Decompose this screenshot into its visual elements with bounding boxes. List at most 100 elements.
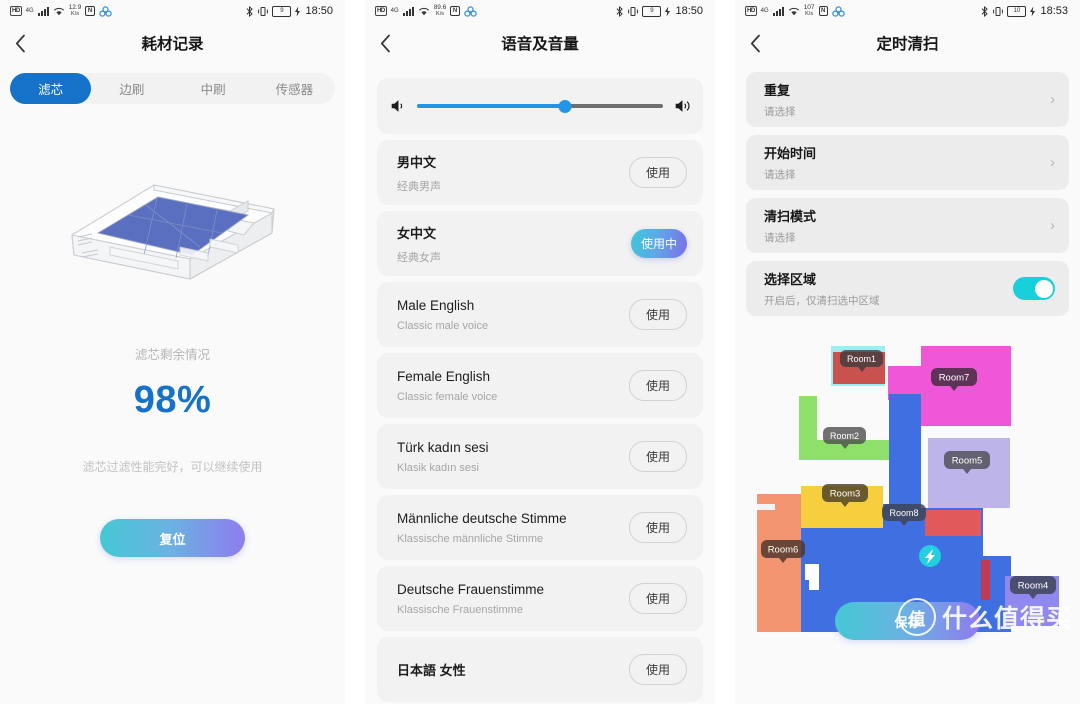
status-bar-clock: 18:53	[1040, 5, 1068, 17]
tab-side-brush[interactable]: 边刷	[91, 73, 172, 104]
page-title: 语音及音量	[501, 36, 579, 53]
status-bar-right: 10 18:53	[980, 5, 1068, 17]
volume-slider[interactable]	[417, 97, 663, 115]
list-item[interactable]: 女中文 经典女声 使用中	[377, 211, 703, 276]
use-button[interactable]: 使用	[629, 370, 687, 401]
setting-subtitle: 开启后，仅清扫选中区域	[764, 295, 880, 307]
battery-icon: 10	[1007, 5, 1027, 17]
page-title: 定时清扫	[876, 36, 939, 53]
battery-level: 9	[280, 8, 284, 14]
status-bar-clock: 18:50	[305, 5, 333, 17]
voice-text: Männliche deutsche Stimme Klassische män…	[397, 511, 567, 545]
list-item[interactable]: Türk kadın sesi Klasik kadın sesi 使用	[377, 424, 703, 489]
network-gen-label: 4G	[25, 8, 34, 14]
map-obstacle-2	[980, 560, 990, 600]
voice-desc: Classic male voice	[397, 319, 489, 332]
use-button[interactable]: 使用	[629, 654, 687, 685]
tab-filter[interactable]: 滤芯	[10, 73, 92, 104]
list-item[interactable]: 男中文 经典男声 使用	[377, 140, 703, 205]
network-speed-unit: K/s	[71, 11, 79, 17]
setting-text: 选择区域 开启后，仅清扫选中区域	[764, 269, 880, 308]
slider-fill	[417, 104, 565, 108]
setting-text: 开始时间 请选择	[764, 143, 816, 182]
charging-bolt-icon	[1030, 6, 1036, 16]
voice-text: 日本語 女性	[397, 660, 466, 679]
back-button[interactable]	[735, 22, 775, 64]
voice-text: Deutsche Frauenstimme Klassische Frauens…	[397, 582, 544, 616]
voice-name: 男中文	[397, 154, 437, 170]
voice-text: 男中文 经典男声	[397, 152, 441, 194]
nav-bar: 语音及音量	[365, 22, 715, 64]
room-area-6	[756, 494, 801, 632]
setting-row-clean-mode[interactable]: 清扫模式 请选择 ›	[746, 198, 1069, 253]
network-speed-unit: K/s	[436, 11, 444, 17]
voice-desc: Klassische Frauenstimme	[397, 603, 523, 616]
status-bar: HD 4G 89.6 K/s N 9 18:50	[365, 0, 715, 22]
network-speed-icon: 12.9 K/s	[69, 4, 82, 17]
speaker-high-icon	[675, 100, 690, 112]
screen-divider-2	[715, 0, 735, 704]
tab-main-brush[interactable]: 中刷	[173, 73, 254, 104]
svg-text:Room7: Room7	[938, 373, 969, 384]
select-area-toggle[interactable]	[1013, 277, 1055, 300]
chevron-left-icon	[15, 34, 25, 52]
setting-subtitle: 请选择	[764, 106, 796, 118]
battery-level: 10	[1013, 8, 1021, 14]
list-item[interactable]: Männliche deutsche Stimme Klassische män…	[377, 495, 703, 560]
network-speed-icon: 89.6 K/s	[434, 4, 447, 17]
room-area-5	[927, 438, 1010, 508]
svg-text:Room6: Room6	[767, 545, 798, 556]
bluetooth-icon	[247, 5, 254, 17]
voice-list: 男中文 经典男声 使用 女中文 经典女声 使用中 Male English Cl…	[365, 140, 715, 702]
use-button[interactable]: 使用	[629, 583, 687, 614]
status-bar-right: 9 18:50	[245, 5, 333, 17]
charging-dock-icon	[918, 545, 941, 567]
voice-desc: Klasik kadın sesi	[397, 461, 479, 474]
filter-cartridge-illustration	[70, 184, 275, 280]
list-item[interactable]: Male English Classic male voice 使用	[377, 282, 703, 347]
svg-text:Room3: Room3	[829, 489, 860, 500]
reset-button[interactable]: 复位	[100, 519, 245, 557]
use-button[interactable]: 使用	[629, 299, 687, 330]
setting-title: 开始时间	[764, 146, 817, 161]
use-button-active[interactable]: 使用中	[631, 229, 687, 258]
hd-icon: HD	[745, 6, 757, 16]
use-button[interactable]: 使用	[629, 157, 687, 188]
floor-map[interactable]: Room1 Room7 Room2 Room5 Room3 Room8 Room…	[735, 328, 1080, 658]
voice-name: Männliche deutsche Stimme	[397, 510, 567, 526]
setting-row-select-area[interactable]: 选择区域 开启后，仅清扫选中区域	[746, 261, 1069, 316]
tab-sensor[interactable]: 传感器	[254, 73, 335, 104]
setting-title: 重复	[764, 83, 791, 98]
svg-text:Room2: Room2	[829, 431, 858, 441]
page-title: 耗材记录	[141, 36, 204, 53]
chevron-right-icon: ›	[1050, 217, 1055, 234]
list-item[interactable]: Female English Classic female voice 使用	[377, 353, 703, 418]
consumable-tabs: 滤芯 边刷 中刷 传感器	[10, 73, 335, 104]
screen-scheduled-clean: HD 4G 107 K/s N 10 18:53 定时清扫 重复 请选择 › 开…	[735, 0, 1080, 704]
setting-row-start-time[interactable]: 开始时间 请选择 ›	[746, 135, 1069, 190]
list-item[interactable]: Deutsche Frauenstimme Klassische Frauens…	[377, 566, 703, 631]
slider-knob[interactable]	[558, 99, 572, 113]
voice-name: 女中文	[397, 225, 437, 241]
setting-row-repeat[interactable]: 重复 请选择 ›	[746, 72, 1069, 127]
setting-subtitle: 请选择	[764, 169, 796, 181]
voice-name: Deutsche Frauenstimme	[397, 581, 545, 597]
charging-bolt-icon	[295, 6, 301, 16]
nfc-icon: N	[85, 6, 95, 16]
screen-consumables: HD 4G 12.9 K/s N 9 18:50 耗材记录 滤芯 边刷 中刷 传…	[0, 0, 345, 704]
vibrate-icon	[258, 6, 269, 16]
bluetooth-icon	[982, 5, 989, 17]
voice-name: Male English	[397, 297, 475, 313]
network-speed-icon: 107 K/s	[804, 4, 815, 17]
save-button[interactable]: 保存	[835, 602, 980, 640]
back-button[interactable]	[365, 22, 405, 64]
use-button[interactable]: 使用	[629, 441, 687, 472]
back-button[interactable]	[0, 22, 40, 64]
use-button[interactable]: 使用	[629, 512, 687, 543]
speaker-low-icon	[391, 100, 403, 112]
status-bar-clock: 18:50	[675, 5, 703, 17]
signal-icon	[772, 6, 784, 16]
list-item[interactable]: 日本語 女性 使用	[377, 637, 703, 702]
remaining-note: 滤芯过滤性能完好，可以继续使用	[82, 460, 263, 474]
voice-desc: Classic female voice	[397, 390, 498, 403]
